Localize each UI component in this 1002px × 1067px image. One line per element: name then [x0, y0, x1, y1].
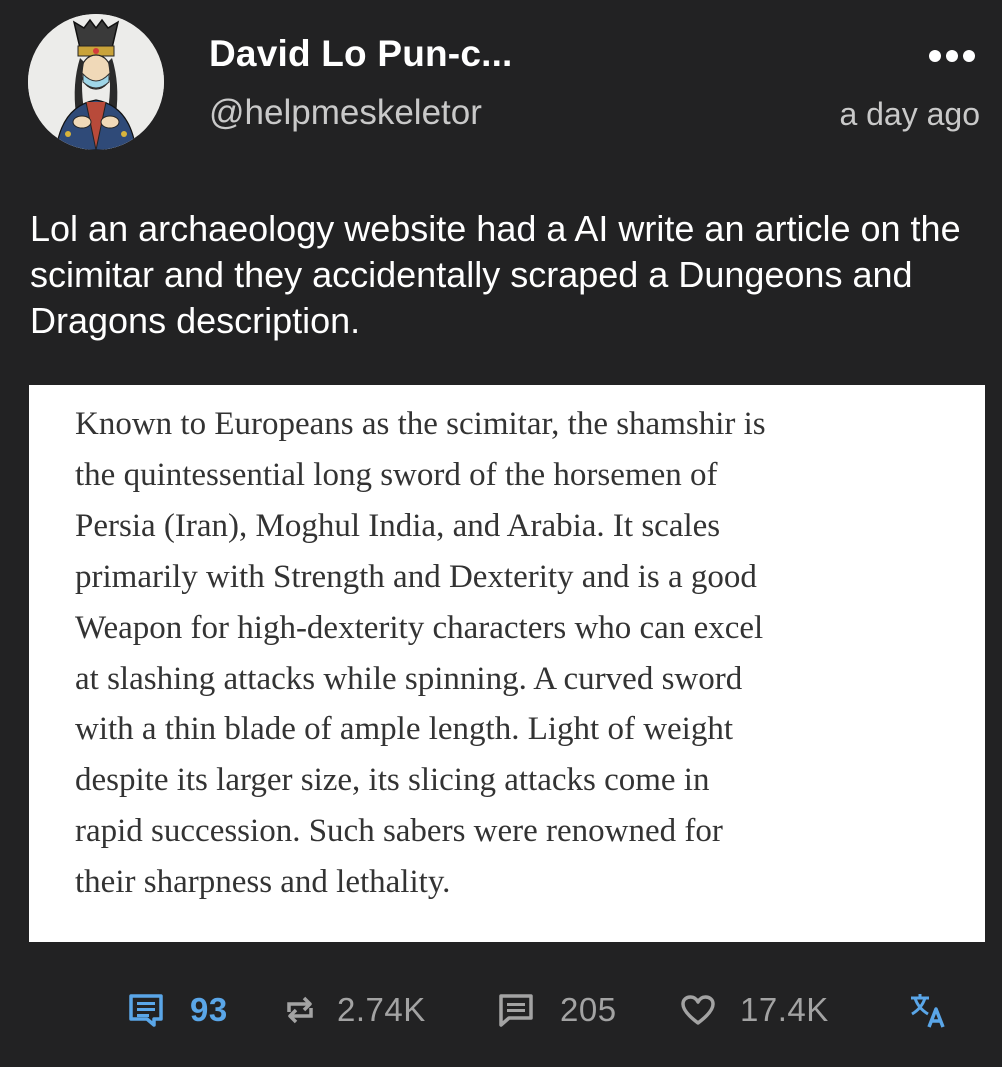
reply-icon — [499, 994, 533, 1027]
reblog-button[interactable]: 2.74K — [283, 985, 426, 1035]
like-count: 17.4K — [740, 991, 829, 1028]
translate-button[interactable] — [908, 985, 948, 1035]
comments-count: 93 — [190, 991, 228, 1028]
reply-button[interactable]: 205 — [498, 985, 617, 1035]
author-display-name[interactable]: David Lo Pun-c... — [209, 33, 513, 75]
action-bar: 93 2.74K 205 17.4K — [0, 985, 1002, 1035]
more-options-button[interactable] — [924, 36, 980, 76]
attached-image-text: Known to Europeans as the scimitar, the … — [75, 406, 766, 901]
post-text: Lol an archaeology website had a AI writ… — [30, 208, 961, 341]
avatar-illustration — [28, 14, 164, 150]
like-button[interactable]: 17.4K — [680, 985, 829, 1035]
heart-icon — [681, 995, 715, 1025]
reply-count: 205 — [560, 991, 617, 1028]
translate-icon — [911, 994, 945, 1028]
post-timestamp[interactable]: a day ago — [839, 96, 980, 133]
comments-button[interactable]: 93 — [128, 985, 228, 1035]
more-horizontal-icon — [929, 50, 975, 62]
reblog-count: 2.74K — [337, 991, 426, 1028]
reblog-icon — [287, 996, 313, 1024]
comments-icon — [129, 994, 163, 1027]
author-handle[interactable]: @helpmeskeletor — [209, 93, 482, 133]
attached-image[interactable]: Known to Europeans as the scimitar, the … — [29, 385, 985, 942]
avatar[interactable] — [28, 14, 164, 150]
